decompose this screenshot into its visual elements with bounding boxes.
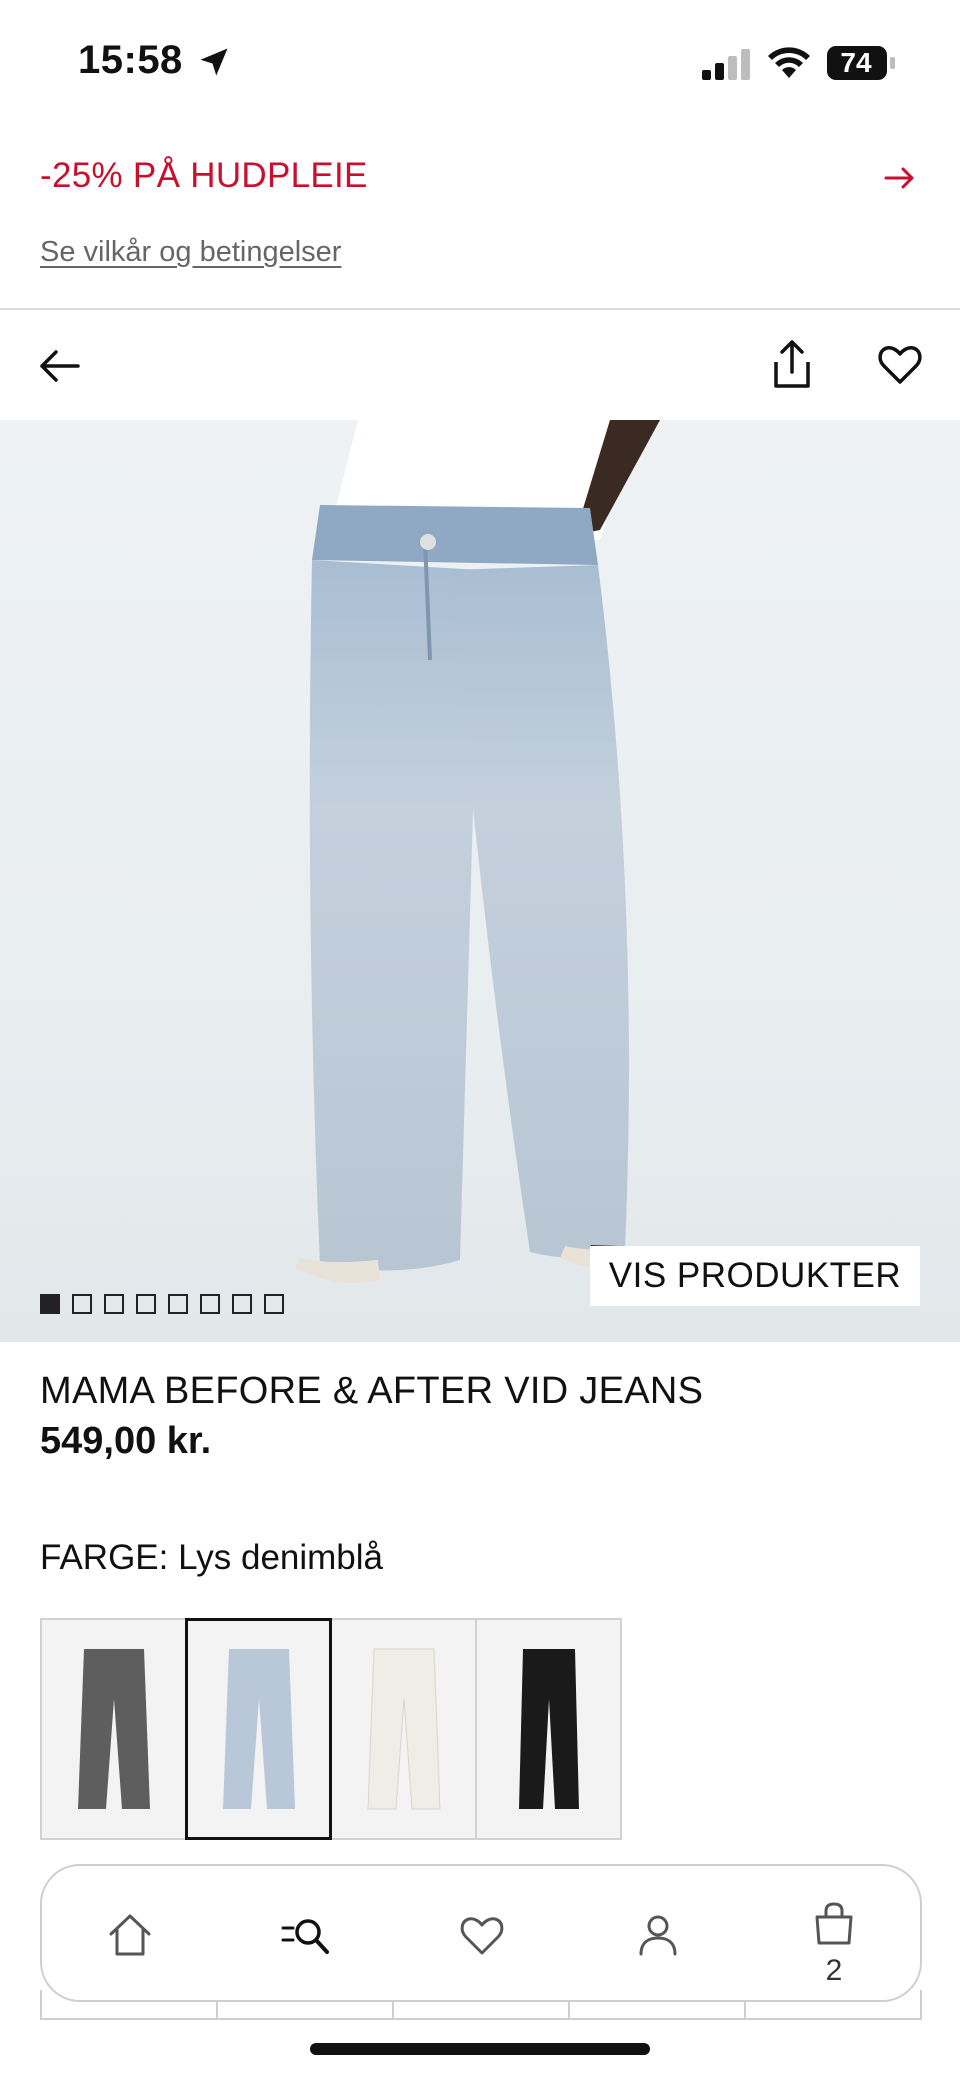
account-icon[interactable] bbox=[633, 1910, 683, 1960]
arrow-right-icon[interactable] bbox=[882, 160, 918, 196]
battery-level: 74 bbox=[840, 47, 872, 78]
product-title: MAMA BEFORE & AFTER VID JEANS bbox=[40, 1370, 704, 1412]
color-swatches bbox=[40, 1618, 630, 1840]
wifi-icon bbox=[768, 47, 810, 78]
location-arrow-icon bbox=[200, 48, 228, 76]
tab-favorites[interactable] bbox=[394, 1866, 570, 2004]
jeans-thumbnail bbox=[518, 1649, 579, 1809]
heart-icon[interactable] bbox=[457, 1910, 507, 1960]
promo-banner[interactable]: -25% PÅ HUDPLEIE Se vilkår og betingelse… bbox=[0, 130, 960, 310]
jeans-thumbnail bbox=[77, 1649, 150, 1809]
nav-header bbox=[0, 312, 960, 420]
share-icon[interactable] bbox=[766, 336, 818, 392]
jeans-photo bbox=[295, 420, 660, 1284]
search-menu-icon[interactable] bbox=[281, 1910, 331, 1960]
status-bar: 15:58 74 bbox=[0, 0, 960, 120]
bag-count-badge: 2 bbox=[825, 1954, 843, 1987]
swatch-white[interactable] bbox=[330, 1618, 477, 1840]
battery-icon: 74 bbox=[826, 45, 898, 81]
swatch-light-denim[interactable] bbox=[185, 1618, 332, 1840]
bottom-tab-bar: 2 bbox=[40, 1864, 922, 2002]
swatch-grey[interactable] bbox=[40, 1618, 187, 1840]
pagination-dot[interactable] bbox=[232, 1294, 252, 1314]
back-arrow-icon[interactable] bbox=[36, 342, 84, 390]
shopping-bag-icon[interactable] bbox=[809, 1899, 859, 1949]
signal-icon bbox=[702, 49, 750, 80]
promo-title[interactable]: -25% PÅ HUDPLEIE bbox=[40, 156, 368, 196]
home-indicator[interactable] bbox=[310, 2043, 650, 2055]
pagination-dot[interactable] bbox=[264, 1294, 284, 1314]
product-price: 549,00 kr. bbox=[40, 1420, 212, 1462]
jeans-thumbnail bbox=[366, 1648, 441, 1810]
pagination-dot[interactable] bbox=[200, 1294, 220, 1314]
product-image[interactable]: VIS PRODUKTER bbox=[0, 420, 960, 1342]
pagination-dot[interactable] bbox=[40, 1294, 60, 1314]
terms-link[interactable]: Se vilkår og betingelser bbox=[40, 236, 341, 269]
pagination-dot[interactable] bbox=[168, 1294, 188, 1314]
tab-account[interactable] bbox=[570, 1866, 746, 2004]
gallery-pagination[interactable] bbox=[40, 1294, 284, 1314]
pagination-dot[interactable] bbox=[72, 1294, 92, 1314]
jeans-thumbnail bbox=[222, 1649, 295, 1809]
show-products-button[interactable]: VIS PRODUKTER bbox=[590, 1246, 920, 1306]
swatch-black[interactable] bbox=[475, 1618, 622, 1840]
tab-home[interactable] bbox=[42, 1866, 218, 2004]
color-label: FARGE: Lys denimblå bbox=[40, 1538, 384, 1577]
heart-icon[interactable] bbox=[876, 340, 924, 388]
pagination-dot[interactable] bbox=[136, 1294, 156, 1314]
tab-bag[interactable]: 2 bbox=[746, 1866, 922, 2004]
tab-search[interactable] bbox=[218, 1866, 394, 2004]
status-time: 15:58 bbox=[78, 38, 183, 82]
pagination-dot[interactable] bbox=[104, 1294, 124, 1314]
home-icon[interactable] bbox=[105, 1910, 155, 1960]
